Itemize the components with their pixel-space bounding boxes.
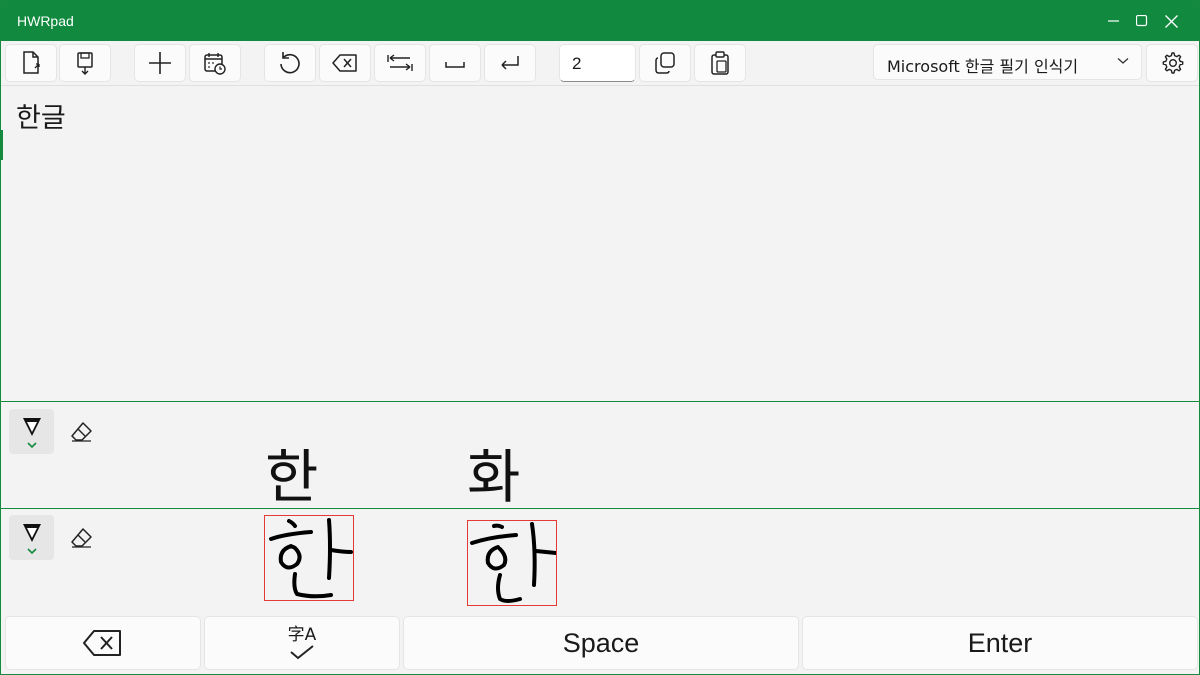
title-bar: HWRpad bbox=[1, 1, 1199, 41]
undo-button[interactable] bbox=[264, 44, 316, 82]
close-button[interactable] bbox=[1143, 1, 1199, 41]
enter-toolbar-button[interactable] bbox=[484, 44, 536, 82]
enter-key[interactable]: Enter bbox=[802, 616, 1198, 670]
pen-icon bbox=[22, 523, 41, 554]
handwritten-char bbox=[269, 518, 353, 599]
handwritten-char bbox=[470, 522, 558, 603]
new-file-button[interactable] bbox=[5, 44, 57, 82]
insert-datetime-button[interactable] bbox=[189, 44, 241, 82]
ink-stroke-box bbox=[467, 520, 558, 606]
handwriting-panel[interactable] bbox=[1, 508, 1199, 615]
undo-icon bbox=[280, 52, 300, 74]
candidate-char[interactable]: 화 bbox=[467, 430, 520, 514]
tab-icon bbox=[387, 54, 413, 71]
save-icon bbox=[77, 52, 93, 75]
close-icon bbox=[1164, 14, 1178, 28]
backspace-button[interactable] bbox=[319, 44, 371, 82]
recognizer-dropdown[interactable]: Microsoft 한글 필기 인식기 bbox=[873, 44, 1142, 80]
calendar-clock-icon bbox=[204, 53, 226, 75]
gear-icon bbox=[1162, 52, 1184, 74]
eraser-icon bbox=[71, 528, 92, 548]
space-key[interactable]: Space bbox=[403, 616, 799, 670]
backspace-icon bbox=[332, 54, 357, 72]
space-toolbar-button[interactable] bbox=[429, 44, 481, 82]
enter-icon bbox=[501, 56, 519, 70]
pen-tool-button[interactable] bbox=[9, 515, 54, 560]
tab-button[interactable] bbox=[374, 44, 426, 82]
copy-icon bbox=[655, 52, 675, 74]
recognizer-selected: Microsoft 한글 필기 인식기 bbox=[887, 57, 1079, 76]
focus-indicator bbox=[1, 130, 3, 160]
pen-icon bbox=[22, 417, 41, 448]
plus-icon bbox=[149, 52, 171, 74]
backspace-key[interactable] bbox=[5, 616, 201, 670]
eraser-icon bbox=[71, 422, 92, 442]
chevron-down-icon bbox=[1117, 58, 1129, 64]
backspace-icon bbox=[83, 630, 121, 656]
new-file-icon bbox=[23, 51, 40, 74]
ink-stroke-box bbox=[264, 515, 354, 601]
add-button[interactable] bbox=[134, 44, 186, 82]
pen-tool-button[interactable] bbox=[9, 409, 54, 454]
check-icon bbox=[290, 645, 314, 660]
space-icon bbox=[445, 62, 465, 68]
app-window: HWRpad 2 Microsoft 한글 필기 인식기 한글 한 화 字A S… bbox=[0, 0, 1200, 675]
candidate-char[interactable]: 한 bbox=[265, 430, 318, 514]
copy-button[interactable] bbox=[639, 44, 691, 82]
window-title: HWRpad bbox=[17, 13, 74, 29]
editor-text: 한글 bbox=[16, 103, 66, 134]
paste-button[interactable] bbox=[694, 44, 746, 82]
text-editor[interactable]: 한글 bbox=[1, 85, 1199, 401]
eraser-tool-button[interactable] bbox=[68, 525, 94, 551]
convert-glyph: 字A bbox=[287, 625, 317, 645]
clipboard-icon bbox=[711, 51, 729, 75]
candidate-count-input[interactable]: 2 bbox=[559, 44, 636, 82]
eraser-tool-button[interactable] bbox=[68, 419, 94, 445]
save-file-button[interactable] bbox=[59, 44, 111, 82]
settings-button[interactable] bbox=[1146, 44, 1198, 82]
convert-key[interactable]: 字A bbox=[204, 616, 400, 670]
candidate-panel: 한 화 bbox=[1, 401, 1199, 511]
